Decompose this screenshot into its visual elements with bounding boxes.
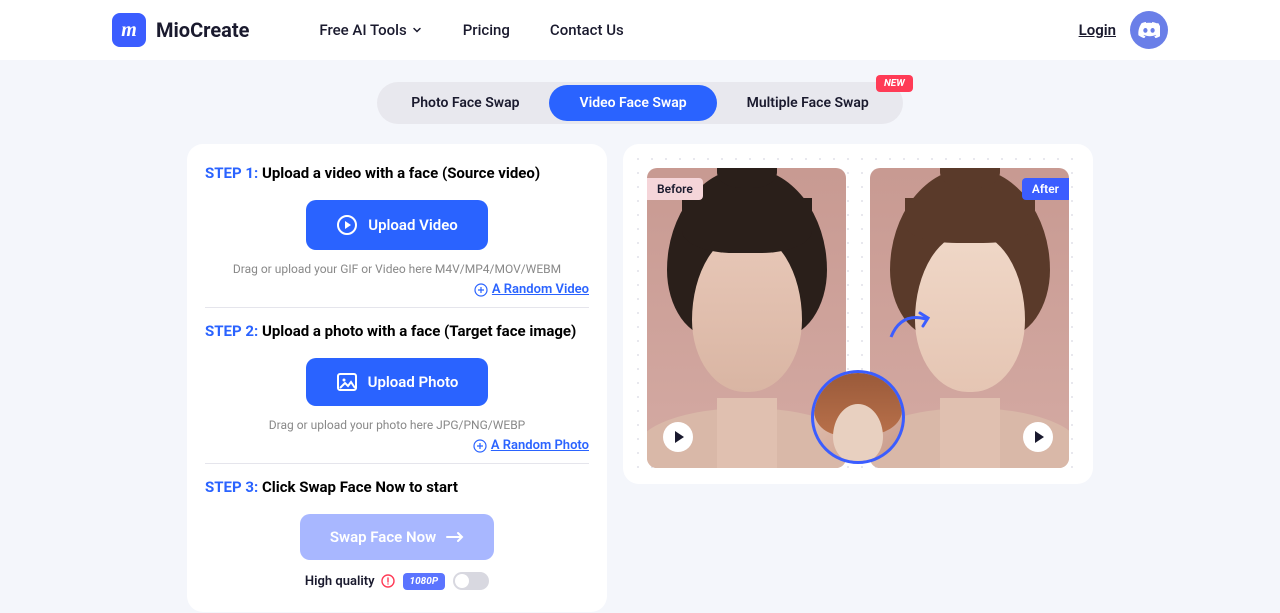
swap-face-button[interactable]: Swap Face Now	[300, 514, 494, 560]
before-tag: Before	[647, 178, 703, 200]
nav-contact-us[interactable]: Contact Us	[550, 21, 624, 39]
tabs: Photo Face Swap Video Face Swap Multiple…	[377, 82, 903, 124]
image-icon	[336, 372, 358, 392]
divider	[205, 307, 589, 308]
nav: Free AI Tools Pricing Contact Us	[319, 21, 623, 39]
play-icon[interactable]	[663, 422, 693, 452]
tab-video-face-swap[interactable]: Video Face Swap	[549, 85, 716, 121]
quality-bar: High quality 1080P	[205, 572, 589, 590]
header: m MioCreate Free AI Tools Pricing Contac…	[0, 0, 1280, 60]
login-link[interactable]: Login	[1079, 21, 1116, 39]
random-photo-link[interactable]: A Random Photo	[205, 438, 589, 453]
quality-label: High quality	[305, 574, 395, 589]
step-3-title: STEP 3: Click Swap Face Now to start	[205, 478, 589, 496]
after-tag: After	[1022, 178, 1069, 200]
step-2-hint: Drag or upload your photo here JPG/PNG/W…	[205, 418, 589, 432]
header-left: m MioCreate Free AI Tools Pricing Contac…	[112, 13, 624, 47]
logo-icon: m	[112, 13, 146, 47]
arrow-right-icon	[446, 531, 464, 543]
content: STEP 1: Upload a video with a face (Sour…	[0, 144, 1280, 612]
step-1-title: STEP 1: Upload a video with a face (Sour…	[205, 164, 589, 182]
logo[interactable]: m MioCreate	[112, 13, 249, 47]
divider	[205, 463, 589, 464]
quality-toggle[interactable]	[453, 572, 489, 590]
play-icon[interactable]	[1023, 422, 1053, 452]
swap-face-circle	[811, 370, 905, 464]
tabs-container: Photo Face Swap Video Face Swap Multiple…	[0, 82, 1280, 124]
random-video-link[interactable]: A Random Video	[205, 282, 589, 297]
step-2: STEP 2: Upload a photo with a face (Targ…	[205, 322, 589, 464]
step-1: STEP 1: Upload a video with a face (Sour…	[205, 164, 589, 308]
info-icon	[381, 574, 395, 588]
nav-free-ai-tools[interactable]: Free AI Tools	[319, 21, 422, 39]
swap-arrow-icon	[886, 307, 936, 347]
play-circle-icon	[336, 214, 358, 236]
discord-icon	[1138, 22, 1160, 38]
badge-1080p: 1080P	[403, 573, 446, 590]
step-3: STEP 3: Click Swap Face Now to start Swa…	[205, 478, 589, 590]
header-right: Login	[1079, 11, 1168, 49]
tab-photo-face-swap[interactable]: Photo Face Swap	[381, 85, 549, 121]
steps-panel: STEP 1: Upload a video with a face (Sour…	[187, 144, 607, 612]
nav-pricing[interactable]: Pricing	[463, 21, 510, 39]
step-1-hint: Drag or upload your GIF or Video here M4…	[205, 262, 589, 276]
preview-panel: Before After	[623, 144, 1093, 484]
new-badge: NEW	[876, 75, 913, 92]
discord-button[interactable]	[1130, 11, 1168, 49]
upload-photo-button[interactable]: Upload Photo	[306, 358, 489, 406]
plus-circle-icon	[474, 283, 488, 297]
logo-text: MioCreate	[156, 18, 249, 42]
upload-video-button[interactable]: Upload Video	[306, 200, 488, 250]
plus-circle-icon	[473, 439, 487, 453]
tab-multiple-face-swap[interactable]: Multiple Face Swap NEW	[717, 85, 899, 121]
step-2-title: STEP 2: Upload a photo with a face (Targ…	[205, 322, 589, 340]
chevron-down-icon	[411, 24, 423, 36]
